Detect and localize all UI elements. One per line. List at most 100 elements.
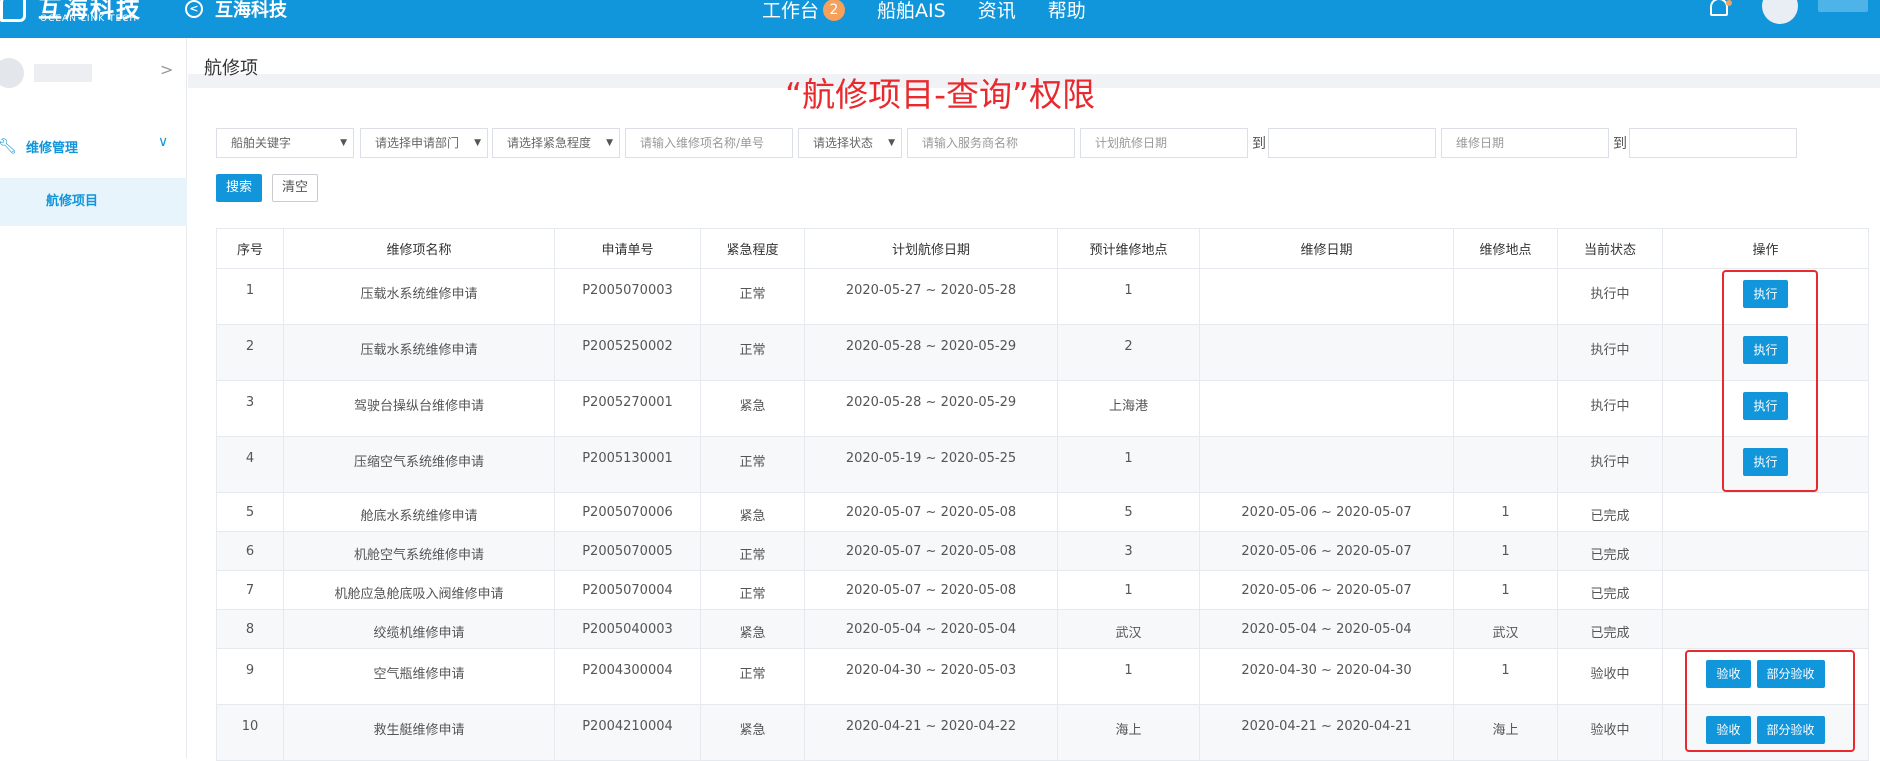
- cell-est-location: 武汉: [1057, 609, 1200, 649]
- cell-order-number: P2005040003: [554, 609, 701, 649]
- cell-repair-location: 海上: [1453, 704, 1558, 761]
- search-button[interactable]: 搜索: [216, 174, 262, 202]
- cell-row-number: 4: [216, 436, 284, 493]
- cell-status-text: 执行中: [1557, 324, 1663, 381]
- column-header: 操作: [1662, 228, 1869, 269]
- cell-planned-date: 2020-05-07 ~ 2020-05-08: [804, 531, 1058, 571]
- urgency-select[interactable]: 请选择紧急程度: [492, 128, 620, 158]
- cell-planned-date: 2020-05-28 ~ 2020-05-29: [804, 324, 1058, 381]
- column-header: 序号: [216, 228, 284, 269]
- logo-subtext: OCEAN LINK TECH: [40, 14, 138, 24]
- annotation-highlight-box: [1685, 650, 1855, 752]
- dept-select[interactable]: 请选择申请部门: [360, 128, 488, 158]
- sidebar-subitem-voyage-repair[interactable]: 航修项目: [0, 178, 187, 226]
- bell-dot-indicator: [1726, 0, 1732, 6]
- service-provider-input[interactable]: 请输入服务商名称: [907, 128, 1075, 158]
- nav-item-ais[interactable]: 船舶AIS: [877, 0, 946, 23]
- column-header: 维修项名称: [283, 228, 555, 269]
- cell-urgency: 紧急: [700, 609, 805, 649]
- cell-repair-item-name: 机舱应急舱底吸入阀维修申请: [283, 570, 555, 610]
- cell-repair-date: [1199, 380, 1454, 437]
- repair-date-start-input[interactable]: 维修日期: [1441, 128, 1609, 158]
- cell-repair-item-name: 救生艇维修申请: [283, 704, 555, 761]
- cell-repair-location: 1: [1453, 531, 1558, 571]
- status-select[interactable]: 请选择状态: [798, 128, 902, 158]
- cell-est-location: 1: [1057, 268, 1200, 325]
- clear-button[interactable]: 清空: [272, 174, 318, 202]
- item-name-input[interactable]: 请输入维修项名称/单号: [625, 128, 793, 158]
- cell-est-location: 1: [1057, 436, 1200, 493]
- cell-repair-date: 2020-04-30 ~ 2020-04-30: [1199, 648, 1454, 705]
- nav-item-workbench[interactable]: 工作台 2: [762, 0, 846, 23]
- cell-actions: [1662, 492, 1869, 532]
- cell-repair-date: [1199, 436, 1454, 493]
- sidebar-item-label: 维修管理: [26, 140, 79, 156]
- cell-est-location: 2: [1057, 324, 1200, 381]
- cell-row-number: 7: [216, 570, 284, 610]
- cell-repair-location: 1: [1453, 648, 1558, 705]
- cell-planned-date: 2020-05-04 ~ 2020-05-04: [804, 609, 1058, 649]
- user-avatar[interactable]: [1762, 0, 1798, 24]
- date-range-separator: 到: [1252, 136, 1266, 152]
- sidebar-item-maintenance[interactable]: 🔧︎ 维修管理 ∨: [0, 130, 187, 162]
- cell-actions: [1662, 531, 1869, 571]
- cell-status-text: 验收中: [1557, 648, 1663, 705]
- column-header: 紧急程度: [700, 228, 805, 269]
- cell-repair-date: 2020-05-06 ~ 2020-05-07: [1199, 492, 1454, 532]
- cell-order-number: P2005130001: [554, 436, 701, 493]
- notification-badge: 2: [823, 0, 846, 21]
- table-row: 2 压载水系统维修申请 P2005250002 正常 2020-05-28 ~ 2020…: [216, 324, 1869, 381]
- sidebar-username-blurred: [34, 64, 92, 82]
- cell-planned-date: 2020-05-19 ~ 2020-05-25: [804, 436, 1058, 493]
- cell-repair-item-name: 驾驶台操纵台维修申请: [283, 380, 555, 437]
- cell-row-number: 9: [216, 648, 284, 705]
- cell-repair-item-name: 绞缆机维修申请: [283, 609, 555, 649]
- cell-repair-item-name: 舱底水系统维修申请: [283, 492, 555, 532]
- page-title: 航修项: [204, 58, 258, 79]
- cell-repair-location: 1: [1453, 570, 1558, 610]
- cell-repair-location: [1453, 380, 1558, 437]
- table-row: 4 压缩空气系统维修申请 P2005130001 正常 2020-05-19 ~ 202…: [216, 436, 1869, 493]
- logo-mark-icon: [0, 0, 26, 22]
- cell-est-location: 1: [1057, 648, 1200, 705]
- plan-date-end-input[interactable]: [1268, 128, 1436, 158]
- cell-urgency: 正常: [700, 268, 805, 325]
- chevron-right-icon[interactable]: >: [160, 60, 173, 79]
- nav-item-label: 工作台: [762, 0, 820, 22]
- sidebar-user[interactable]: >: [0, 50, 187, 90]
- repair-date-end-input[interactable]: [1629, 128, 1797, 158]
- sidebar: > 🔧︎ 维修管理 ∨ 航修项目: [0, 38, 187, 758]
- cell-status-text: 已完成: [1557, 531, 1663, 571]
- date-range-separator: 到: [1613, 136, 1627, 152]
- column-header: 维修地点: [1453, 228, 1558, 269]
- cell-status-text: 执行中: [1557, 436, 1663, 493]
- ship-keyword-select[interactable]: 船舶关键字: [216, 128, 354, 158]
- cell-status-text: 执行中: [1557, 380, 1663, 437]
- table-header-row: 序号 维修项名称 申请单号 紧急程度 计划航修日期 预计维修地点 维修日期 维修…: [216, 228, 1869, 269]
- app-title[interactable]: < 互海科技: [185, 0, 287, 22]
- nav-item-news[interactable]: 资讯: [978, 0, 1016, 23]
- plan-date-start-input[interactable]: 计划航修日期: [1080, 128, 1248, 158]
- cell-repair-date: [1199, 324, 1454, 381]
- nav-item-help[interactable]: 帮助: [1048, 0, 1086, 23]
- table-row: 10 救生艇维修申请 P2004210004 紧急 2020-04-21 ~ 2020-…: [216, 704, 1869, 761]
- chevron-down-icon: ∨: [158, 134, 169, 150]
- cell-planned-date: 2020-05-28 ~ 2020-05-29: [804, 380, 1058, 437]
- back-icon[interactable]: <: [185, 0, 203, 18]
- user-name-blurred[interactable]: [1818, 0, 1868, 12]
- table-row: 9 空气瓶维修申请 P2004300004 正常 2020-04-30 ~ 2020-0…: [216, 648, 1869, 705]
- cell-planned-date: 2020-05-07 ~ 2020-05-08: [804, 570, 1058, 610]
- table-row: 1 压载水系统维修申请 P2005070003 正常 2020-05-27 ~ 2020…: [216, 268, 1869, 325]
- cell-repair-location: 武汉: [1453, 609, 1558, 649]
- cell-urgency: 紧急: [700, 492, 805, 532]
- cell-repair-location: [1453, 436, 1558, 493]
- cell-repair-item-name: 空气瓶维修申请: [283, 648, 555, 705]
- table-row: 3 驾驶台操纵台维修申请 P2005270001 紧急 2020-05-28 ~ 202…: [216, 380, 1869, 437]
- table-row: 8 绞缆机维修申请 P2005040003 紧急 2020-05-04 ~ 2020-0…: [216, 609, 1869, 649]
- cell-urgency: 紧急: [700, 704, 805, 761]
- cell-status-text: 验收中: [1557, 704, 1663, 761]
- cell-row-number: 1: [216, 268, 284, 325]
- logo[interactable]: 互海科技 OCEAN LINK TECH: [0, 0, 142, 24]
- cell-repair-date: 2020-05-06 ~ 2020-05-07: [1199, 570, 1454, 610]
- cell-order-number: P2005270001: [554, 380, 701, 437]
